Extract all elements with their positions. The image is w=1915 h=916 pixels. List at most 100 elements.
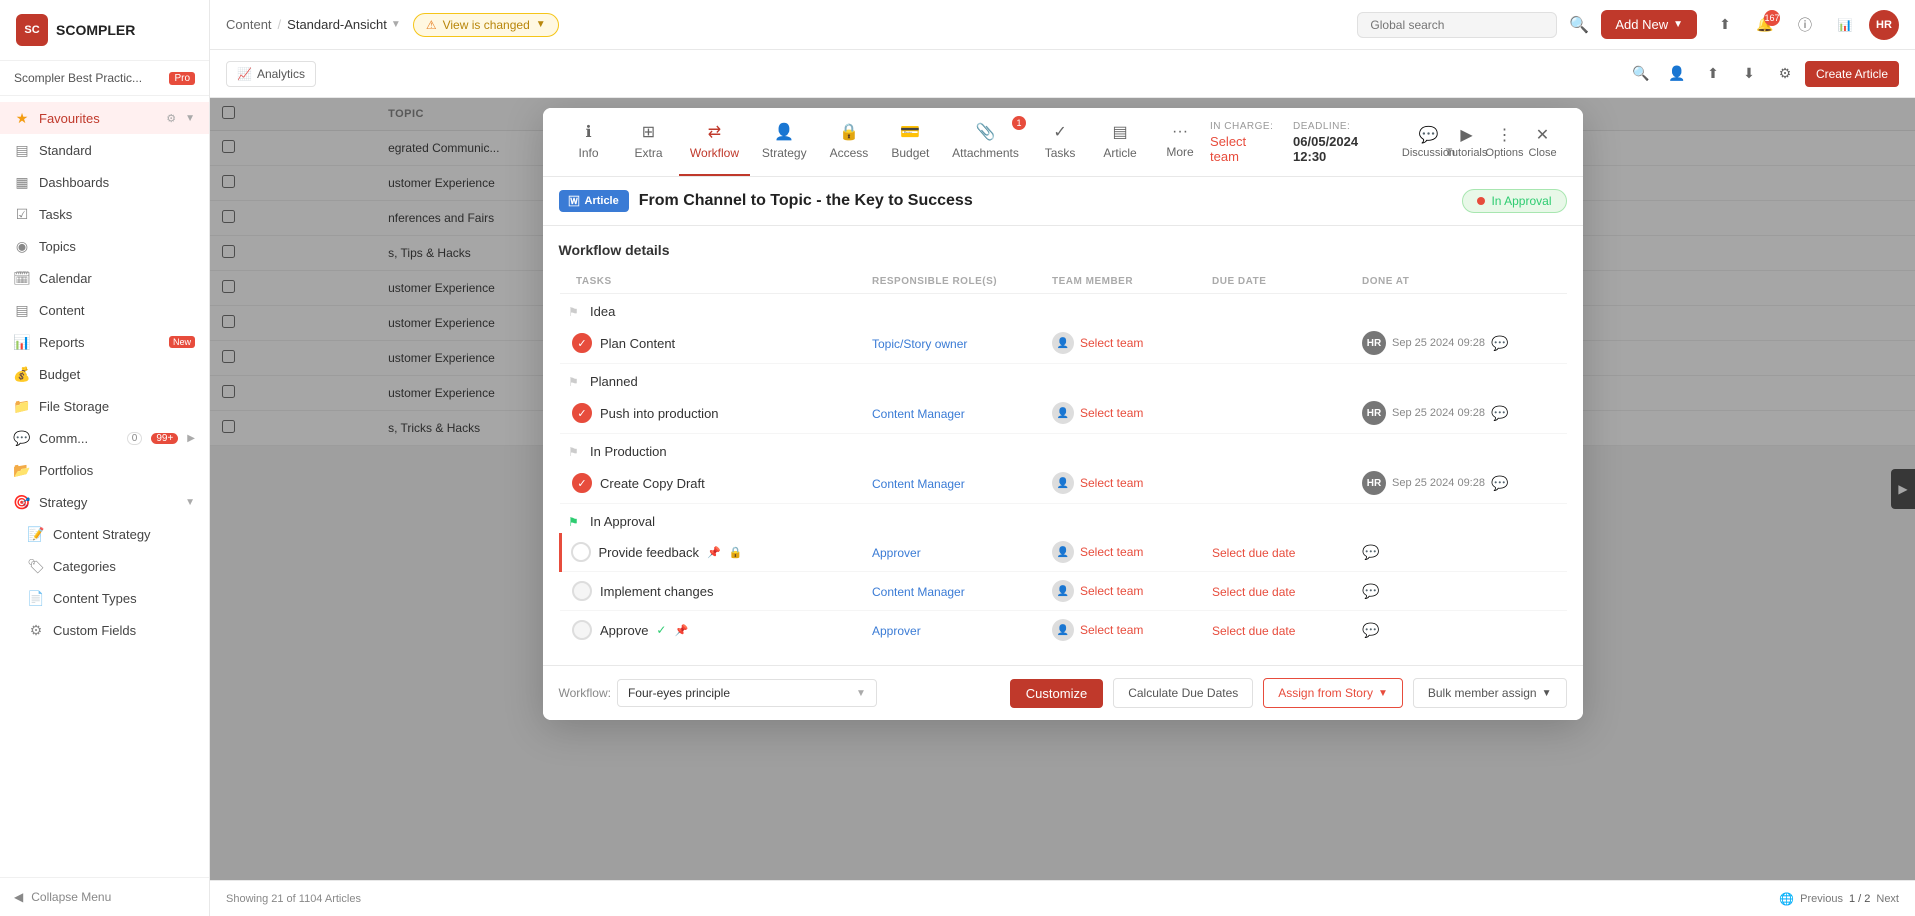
chat-icon[interactable]: 💬 [1491, 405, 1508, 422]
chat-icon[interactable]: 💬 [1491, 475, 1508, 492]
tab-article[interactable]: ▤ Article [1090, 108, 1150, 176]
tutorials-button[interactable]: ▶ Tutorials [1451, 126, 1483, 158]
add-new-button[interactable]: Add New ▼ [1601, 10, 1697, 39]
article-title: From Channel to Topic - the Key to Succe… [639, 192, 1453, 210]
col-team-member: TEAM MEMBER [1040, 270, 1200, 294]
sidebar-item-reports[interactable]: 📊 Reports New [0, 326, 209, 358]
sidebar-item-strategy[interactable]: 🎯 Strategy ▼ [0, 486, 209, 518]
tab-strategy[interactable]: 👤 Strategy [750, 108, 818, 176]
chat-icon[interactable]: 💬 [1362, 622, 1379, 639]
chat-icon[interactable]: 💬 [1362, 544, 1379, 561]
hr-avatar: HR [1362, 331, 1386, 355]
budget-tab-icon: 💳 [900, 122, 920, 142]
upload-icon[interactable]: ⬆ [1697, 58, 1729, 90]
customize-button[interactable]: Customize [1010, 679, 1103, 708]
sidebar-item-favourites[interactable]: ★ Favourites ⚙ ▼ [0, 102, 209, 134]
in-charge-value[interactable]: Select team [1210, 134, 1277, 164]
sidebar-item-portfolios[interactable]: 📂 Portfolios [0, 454, 209, 486]
sidebar-item-comm[interactable]: 💬 Comm... 0 99+ ▶ [0, 422, 209, 454]
analytics-icon[interactable]: 📊 [1829, 9, 1861, 41]
tab-extra[interactable]: ⊞ Extra [619, 108, 679, 176]
sidebar-item-topics[interactable]: ◉ Topics [0, 230, 209, 262]
breadcrumb-root[interactable]: Content [226, 17, 272, 32]
analytics-tab-button[interactable]: 📈 Analytics [226, 61, 316, 87]
portfolios-icon: 📂 [14, 462, 30, 478]
sidebar-item-content[interactable]: ▤ Content [0, 294, 209, 326]
search-icon[interactable]: 🔍 [1569, 15, 1589, 35]
breadcrumb: Content / Standard-Ansicht ▼ [226, 17, 401, 32]
strategy-icon: 🎯 [14, 494, 30, 510]
sidebar-item-standard[interactable]: ▤ Standard [0, 134, 209, 166]
tab-access[interactable]: 🔒 Access [818, 108, 880, 176]
member-select-plan-content[interactable]: 👤 Select team [1052, 332, 1188, 354]
upload-icon[interactable]: ⬆ [1709, 9, 1741, 41]
workflow-dropdown[interactable]: Four-eyes principle ▼ [617, 679, 877, 707]
sidebar-item-custom-fields[interactable]: ⚙ Custom Fields [0, 614, 209, 646]
status-pill[interactable]: ⚠ View is changed ▼ [413, 13, 559, 37]
next-button[interactable]: Next [1876, 893, 1899, 905]
tab-budget[interactable]: 💳 Budget [880, 108, 941, 176]
deadline-value[interactable]: 06/05/2024 12:30 [1293, 134, 1392, 164]
sidebar-item-tasks[interactable]: ☑ Tasks [0, 198, 209, 230]
settings-icon: ⚙ [166, 112, 176, 125]
flag-icon: ⚑ [568, 515, 582, 529]
sidebar-item-categories[interactable]: 🏷 Categories [0, 550, 209, 582]
chat-icon[interactable]: 💬 [1362, 583, 1379, 600]
tab-attachments[interactable]: 📎 Attachments 1 [941, 108, 1030, 176]
bulk-chevron-icon: ▼ [1542, 688, 1552, 699]
bulk-member-assign-button[interactable]: Bulk member assign ▼ [1413, 678, 1567, 708]
workspace-selector[interactable]: Scompler Best Practic... Pro [0, 61, 209, 96]
help-icon[interactable]: ⓘ [1789, 9, 1821, 41]
task-checkbox-plan-content[interactable]: ✓ [572, 333, 592, 353]
member-select-implement-changes[interactable]: 👤 Select team [1052, 580, 1188, 602]
member-select-approve[interactable]: 👤 Select team [1052, 619, 1188, 641]
sidebar-item-content-types[interactable]: 📄 Content Types [0, 582, 209, 614]
options-icon: ⋮ [1497, 125, 1513, 145]
chat-icon[interactable]: 💬 [1491, 335, 1508, 352]
due-date-select[interactable]: Select due date [1212, 585, 1295, 599]
add-new-chevron-icon: ▼ [1673, 19, 1683, 30]
sidebar-item-content-strategy[interactable]: 📝 Content Strategy [0, 518, 209, 550]
previous-button[interactable]: Previous [1800, 893, 1843, 905]
close-button[interactable]: ✕ Close [1527, 126, 1559, 158]
sidebar-item-budget[interactable]: 💰 Budget [0, 358, 209, 390]
sidebar-item-calendar[interactable]: 🗓 Calendar [0, 262, 209, 294]
assign-from-story-button[interactable]: Assign from Story ▼ [1263, 678, 1403, 708]
section-idea: ⚑ Idea [560, 294, 1567, 324]
workflow-table: TASKS RESPONSIBLE ROLE(S) TEAM MEMBER DU… [559, 270, 1567, 649]
due-date-select[interactable]: Select due date [1212, 546, 1295, 560]
notifications-icon[interactable]: 🔔 167 [1749, 9, 1781, 41]
due-date-select[interactable]: Select due date [1212, 624, 1295, 638]
discussion-button[interactable]: 💬 Discussion [1413, 126, 1445, 158]
tab-more[interactable]: ··· More [1150, 109, 1210, 175]
options-button[interactable]: ⋮ Options [1489, 126, 1521, 158]
download-icon[interactable]: ⬇ [1733, 58, 1765, 90]
role-text: Content Manager [872, 585, 965, 599]
sidebar-item-label: Dashboards [39, 175, 195, 190]
task-checkbox-provide-feedback[interactable] [571, 542, 591, 562]
member-select-provide-feedback[interactable]: 👤 Select team [1052, 541, 1188, 563]
task-checkbox-push-production[interactable]: ✓ [572, 403, 592, 423]
member-select-push-production[interactable]: 👤 Select team [1052, 402, 1188, 424]
sidebar-item-dashboards[interactable]: ▦ Dashboards [0, 166, 209, 198]
task-checkbox-create-copy-draft[interactable]: ✓ [572, 473, 592, 493]
modal-overlay: ℹ Info ⊞ Extra ⇄ Workflow 👤 [210, 98, 1915, 880]
section-name: Idea [590, 304, 615, 319]
settings-icon[interactable]: ⚙ [1769, 58, 1801, 90]
create-article-button[interactable]: Create Article [1805, 61, 1899, 87]
global-search-input[interactable] [1357, 12, 1557, 38]
tab-tasks[interactable]: ✓ Tasks [1030, 108, 1090, 176]
tab-workflow[interactable]: ⇄ Workflow [679, 108, 751, 176]
calculate-due-dates-button[interactable]: Calculate Due Dates [1113, 678, 1253, 708]
filter-icon[interactable]: 👤 [1661, 58, 1693, 90]
member-select-create-copy-draft[interactable]: 👤 Select team [1052, 472, 1188, 494]
tab-info[interactable]: ℹ Info [559, 108, 619, 176]
member-avatar-icon: 👤 [1052, 580, 1074, 602]
task-checkbox-approve[interactable] [572, 620, 592, 640]
user-avatar[interactable]: HR [1869, 10, 1899, 40]
sidebar-item-file-storage[interactable]: 📁 File Storage [0, 390, 209, 422]
task-checkbox-implement-changes[interactable] [572, 581, 592, 601]
search-icon[interactable]: 🔍 [1625, 58, 1657, 90]
collapse-menu-button[interactable]: ◀ Collapse Menu [0, 877, 209, 916]
tutorials-icon: ▶ [1460, 125, 1472, 145]
